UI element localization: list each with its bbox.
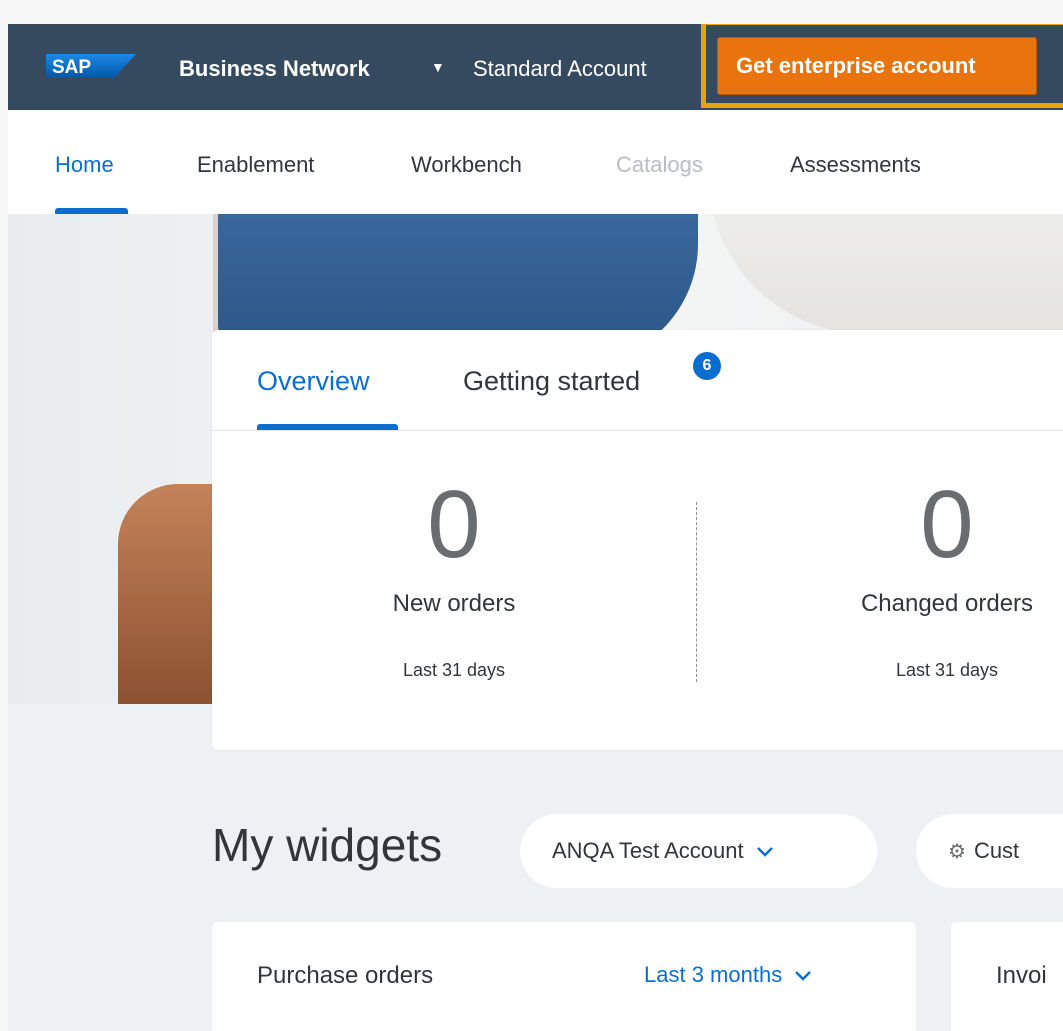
tab-getting-started[interactable]: Getting started bbox=[463, 366, 640, 397]
metric-period: Last 31 days bbox=[402, 660, 506, 680]
customize-icon: ⚙ bbox=[948, 840, 966, 863]
metric-value: 0 bbox=[920, 471, 974, 578]
metric-separator bbox=[696, 502, 697, 682]
widget-invoices[interactable]: Invoi bbox=[951, 922, 1063, 1031]
metric-label: New orders bbox=[392, 590, 516, 617]
metric-value: 0 bbox=[427, 471, 481, 578]
account-type-label: Standard Account bbox=[473, 56, 647, 81]
nav-tab-assessments[interactable]: Assessments bbox=[790, 152, 921, 178]
metric-period: Last 31 days bbox=[895, 660, 999, 680]
app-frame: SAP Business Network ▼ Standard Account … bbox=[8, 24, 1063, 1031]
top-navigation: Home Enablement Workbench Catalogs Asses… bbox=[8, 110, 1063, 214]
product-name[interactable]: Business Network bbox=[179, 56, 370, 82]
chevron-down-icon bbox=[756, 838, 774, 864]
metric-new-orders[interactable]: 0 New orders Last 31 days bbox=[304, 470, 604, 681]
svg-text:SAP: SAP bbox=[52, 57, 91, 78]
nav-tab-workbench[interactable]: Workbench bbox=[411, 152, 522, 178]
widgets-title: My widgets bbox=[212, 819, 443, 871]
account-selector[interactable]: ANQA Test Account bbox=[520, 814, 877, 888]
shell-bar: SAP Business Network ▼ Standard Account … bbox=[8, 24, 1063, 110]
nav-tab-enablement[interactable]: Enablement bbox=[197, 152, 314, 178]
chevron-down-icon bbox=[795, 971, 812, 981]
divider bbox=[212, 430, 1063, 431]
tab-overview[interactable]: Overview bbox=[257, 366, 370, 397]
sap-logo[interactable]: SAP bbox=[46, 54, 136, 78]
caret-down-icon[interactable]: ▼ bbox=[431, 56, 445, 78]
notification-badge: 6 bbox=[691, 350, 723, 382]
widget-period-selector[interactable]: Last 3 months bbox=[644, 962, 812, 988]
metric-changed-orders[interactable]: 0 Changed orders Last 31 days bbox=[797, 470, 1063, 681]
nav-tab-home[interactable]: Home bbox=[55, 152, 114, 178]
period-label: Last 3 months bbox=[644, 962, 783, 987]
customize-button[interactable]: ⚙ Cust bbox=[916, 814, 1063, 888]
account-selector-label: ANQA Test Account bbox=[552, 838, 744, 863]
widget-title: Invoi bbox=[996, 962, 1047, 989]
nav-tab-catalogs: Catalogs bbox=[616, 152, 703, 177]
get-enterprise-account-button[interactable]: Get enterprise account bbox=[717, 37, 1037, 95]
widget-title: Purchase orders bbox=[257, 962, 434, 989]
widget-purchase-orders[interactable]: Purchase orders Last 3 months bbox=[212, 922, 916, 1031]
hero-shape bbox=[708, 214, 1063, 334]
customize-label: Cust bbox=[973, 838, 1020, 863]
metric-label: Changed orders bbox=[860, 590, 1034, 617]
overview-card: Overview Getting started 6 0 New orders … bbox=[212, 330, 1063, 750]
